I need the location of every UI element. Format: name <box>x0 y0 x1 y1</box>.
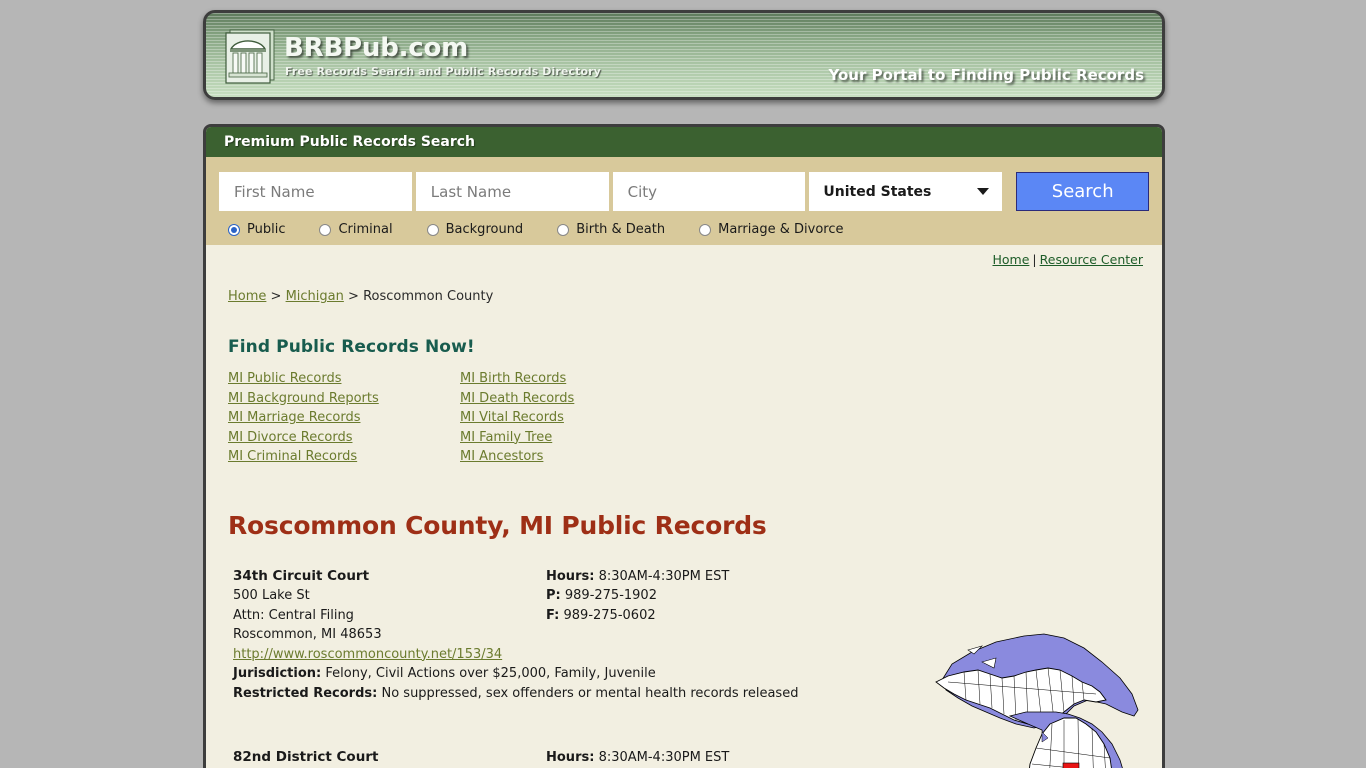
radio-birth-death-dot[interactable] <box>557 223 570 236</box>
find-records-link-grid: MI Public Records MI Birth Records MI Ba… <box>228 369 1143 467</box>
utility-link-resource-center[interactable]: Resource Center <box>1040 252 1143 267</box>
breadcrumb-sep-1: > <box>270 289 282 304</box>
radio-criminal-dot[interactable] <box>319 223 332 236</box>
link-mi-criminal-records[interactable]: MI Criminal Records <box>228 447 357 467</box>
search-panel-body: First Name Last Name City United States … <box>206 157 1162 245</box>
radio-birth-death-label: Birth & Death <box>576 222 666 237</box>
record-type-radio-group: Public Criminal Background Birth & Death… <box>219 222 1149 237</box>
first-name-placeholder: First Name <box>234 182 315 201</box>
page-container: BRBPub.com Free Records Search and Publi… <box>203 0 1165 768</box>
last-name-input[interactable]: Last Name <box>415 172 609 211</box>
court-hours: Hours: 8:30AM-4:30PM EST <box>546 567 1143 587</box>
court-jurisdiction-label: Jurisdiction: <box>233 666 322 681</box>
first-name-input[interactable]: First Name <box>219 172 412 211</box>
content-frame: Premium Public Records Search First Name… <box>203 124 1165 768</box>
brand-subtitle: Free Records Search and Public Records D… <box>285 65 601 78</box>
search-panel-title: Premium Public Records Search <box>224 134 476 150</box>
link-mi-marriage-records[interactable]: MI Marriage Records <box>228 408 360 428</box>
utility-links: Home | Resource Center <box>228 245 1143 267</box>
city-placeholder: City <box>627 182 657 201</box>
breadcrumb: Home > Michigan > Roscommon County <box>228 289 1143 304</box>
link-mi-birth-records[interactable]: MI Birth Records <box>460 369 566 389</box>
court-fax-value: 989-275-0602 <box>563 607 656 623</box>
link-mi-death-records[interactable]: MI Death Records <box>460 389 574 409</box>
breadcrumb-current: Roscommon County <box>363 289 494 304</box>
chevron-down-icon <box>977 188 990 195</box>
radio-background[interactable]: Background <box>426 222 524 237</box>
court-jurisdiction-value: Felony, Civil Actions over $25,000, Fami… <box>325 666 656 681</box>
main-content: Home | Resource Center Home > Michigan > R… <box>206 245 1162 768</box>
link-mi-background-reports[interactable]: MI Background Reports <box>228 389 379 409</box>
court-hours-label: Hours: <box>546 750 595 765</box>
radio-public-dot[interactable] <box>228 223 240 236</box>
search-panel-header: Premium Public Records Search <box>206 127 1162 157</box>
court-name: 34th Circuit Court <box>233 567 370 584</box>
country-select[interactable]: United States <box>809 172 1003 211</box>
link-mi-ancestors[interactable]: MI Ancestors <box>460 447 543 467</box>
courthouse-icon <box>220 27 278 87</box>
court-address-3: Roscommon, MI 48653 <box>233 627 382 642</box>
breadcrumb-michigan[interactable]: Michigan <box>286 289 344 304</box>
court-address-2: Attn: Central Filing <box>233 607 354 623</box>
brand-tagline: Your Portal to Finding Public Records <box>828 66 1144 84</box>
city-input[interactable]: City <box>612 172 806 211</box>
radio-criminal[interactable]: Criminal <box>319 222 393 237</box>
court-restricted-value: No suppressed, sex offenders or mental h… <box>381 685 799 701</box>
page-title: Roscommon County, MI Public Records <box>228 510 767 540</box>
court-website-link[interactable]: http://www.roscommoncounty.net/153/34 <box>233 647 502 662</box>
michigan-state-map <box>924 620 1152 768</box>
court-name: 82nd District Court <box>233 749 379 765</box>
radio-public[interactable]: Public <box>228 222 285 237</box>
breadcrumb-home[interactable]: Home <box>228 289 266 304</box>
link-mi-divorce-records[interactable]: MI Divorce Records <box>228 428 352 448</box>
country-select-value: United States <box>823 183 932 200</box>
court-hours-label: Hours: <box>546 568 595 584</box>
link-mi-public-records[interactable]: MI Public Records <box>228 369 341 389</box>
radio-birth-death[interactable]: Birth & Death <box>557 222 665 237</box>
radio-background-dot[interactable] <box>426 223 439 236</box>
court-address-1: 500 Lake St <box>233 588 310 603</box>
site-masthead: BRBPub.com Free Records Search and Publi… <box>203 10 1165 100</box>
radio-public-label: Public <box>247 222 286 237</box>
search-fields-row: First Name Last Name City United States … <box>219 172 1149 211</box>
last-name-placeholder: Last Name <box>430 182 512 201</box>
breadcrumb-sep-2: > <box>348 289 359 304</box>
radio-marriage-divorce[interactable]: Marriage & Divorce <box>699 222 843 237</box>
court-phone-value: 989-275-1902 <box>564 588 657 603</box>
court-phone: P: 989-275-1902 <box>546 586 1143 606</box>
utility-link-separator: | <box>1032 252 1037 267</box>
utility-link-home[interactable]: Home <box>992 252 1029 267</box>
link-mi-family-tree[interactable]: MI Family Tree <box>460 428 552 448</box>
brand-title: BRBPub.com <box>284 33 469 63</box>
court-fax-label: F: <box>546 607 560 623</box>
radio-criminal-label: Criminal <box>338 222 393 237</box>
court-hours-value: 8:30AM-4:30PM EST <box>598 568 730 584</box>
find-records-heading: Find Public Records Now! <box>228 337 475 357</box>
court-hours-value: 8:30AM-4:30PM EST <box>598 750 730 765</box>
link-mi-vital-records[interactable]: MI Vital Records <box>460 408 564 428</box>
search-button[interactable]: Search <box>1016 172 1149 211</box>
radio-marriage-divorce-dot[interactable] <box>699 223 712 236</box>
radio-background-label: Background <box>445 222 524 237</box>
court-restricted-label: Restricted Records: <box>233 685 378 701</box>
court-phone-label: P: <box>546 588 561 603</box>
radio-marriage-divorce-label: Marriage & Divorce <box>718 222 844 237</box>
